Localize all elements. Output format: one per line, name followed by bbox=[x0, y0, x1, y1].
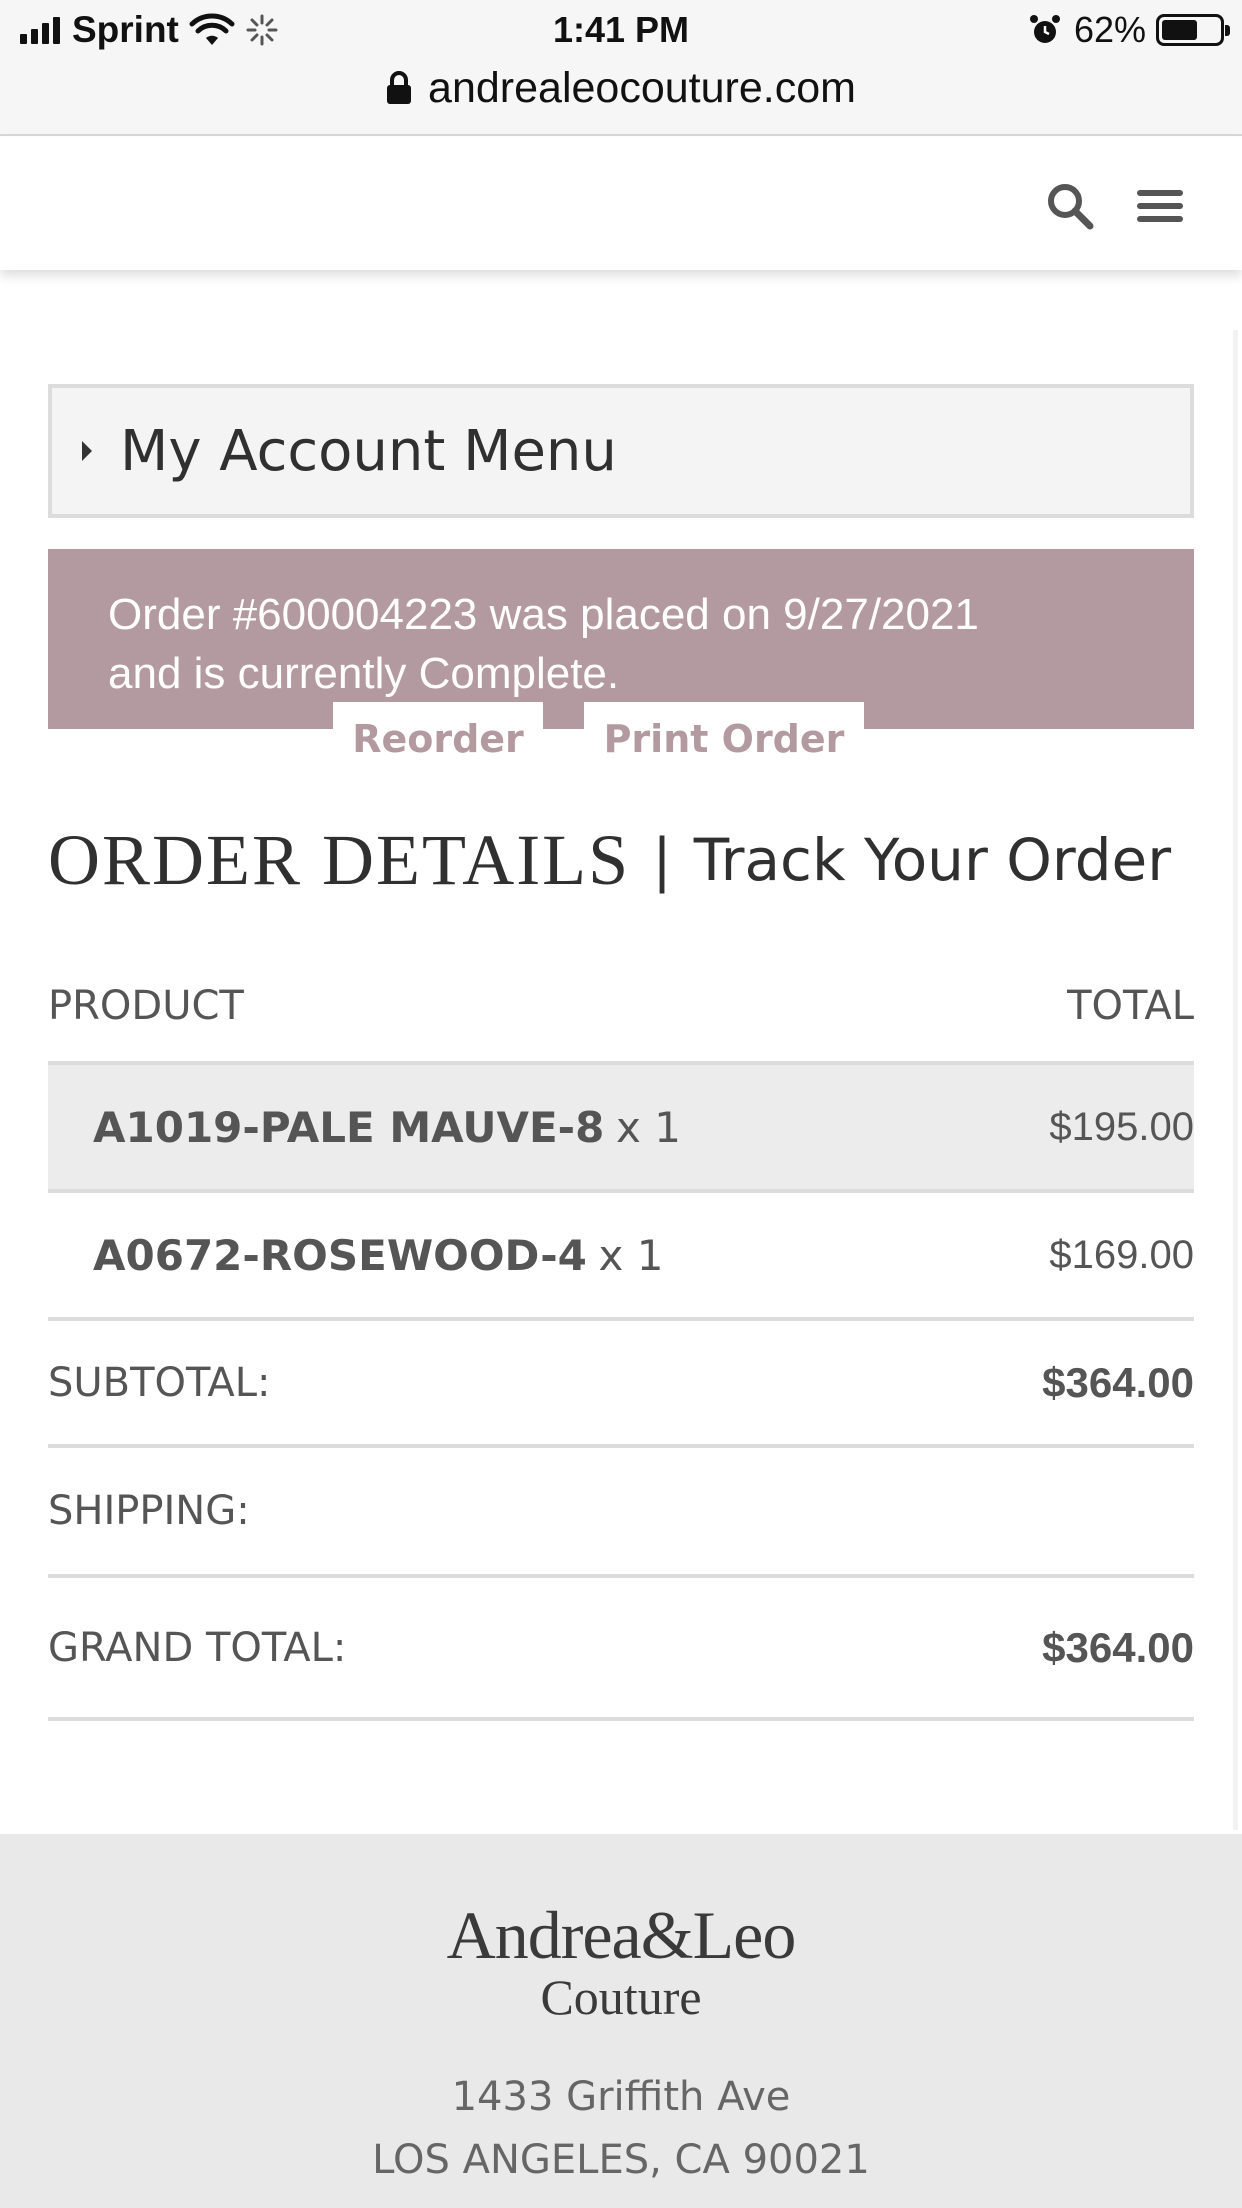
site-header bbox=[0, 138, 1242, 270]
product-cell: A1019-PALE MAUVE-8 x 1 bbox=[48, 1103, 681, 1152]
table-header: PRODUCT TOTAL bbox=[48, 950, 1194, 1065]
track-order-link[interactable]: Track Your Order bbox=[694, 826, 1171, 894]
product-qty: x 1 bbox=[598, 1230, 664, 1280]
grand-total-row: GRAND TOTAL: $364.00 bbox=[48, 1578, 1194, 1721]
product-cell: A0672-ROSEWOOD-4 x 1 bbox=[48, 1231, 663, 1280]
page-title: ORDER DETAILS | Track Your Order bbox=[48, 810, 1208, 910]
address-line-1: 1433 Griffith Ave bbox=[451, 2074, 791, 2120]
title-separator: | bbox=[652, 826, 672, 894]
alarm-icon bbox=[1029, 15, 1060, 43]
product-code: A1019-PALE MAUVE-8 bbox=[93, 1102, 605, 1152]
account-menu-label: My Account Menu bbox=[120, 418, 617, 484]
status-right: 62% bbox=[1028, 8, 1230, 52]
battery-fill bbox=[1162, 20, 1197, 40]
browser-status-bar: Sprint 1:41 PM 62% andrealeocouture.com bbox=[0, 0, 1242, 136]
col-product: PRODUCT bbox=[48, 982, 244, 1029]
address-line-2: LOS ANGELES, CA 90021 bbox=[372, 2137, 870, 2183]
scrollbar[interactable] bbox=[1233, 330, 1238, 1830]
site-footer: Andrea&Leo Couture 1433 Griffith Ave LOS… bbox=[0, 1834, 1242, 2208]
print-order-button[interactable]: Print Order bbox=[584, 702, 864, 776]
table-row: A1019-PALE MAUVE-8 x 1 $195.00 bbox=[48, 1065, 1194, 1193]
search-icon[interactable] bbox=[1040, 176, 1100, 236]
product-qty: x 1 bbox=[615, 1102, 681, 1152]
notice-line-2: and is currently Complete. bbox=[108, 649, 620, 698]
footer-logo-subtitle: Couture bbox=[540, 1969, 702, 2025]
col-total: TOTAL bbox=[1067, 982, 1194, 1029]
reorder-button[interactable]: Reorder bbox=[333, 702, 543, 776]
account-menu-toggle[interactable]: My Account Menu bbox=[48, 384, 1194, 518]
shipping-label: SHIPPING: bbox=[48, 1488, 250, 1534]
subtotal-label: SUBTOTAL: bbox=[48, 1359, 271, 1406]
product-price: $195.00 bbox=[1049, 1104, 1194, 1149]
subtotal-value: $364.00 bbox=[1042, 1358, 1194, 1406]
product-code: A0672-ROSEWOOD-4 bbox=[93, 1230, 587, 1280]
battery-icon bbox=[1156, 14, 1230, 46]
hamburger-menu-icon[interactable] bbox=[1130, 176, 1190, 236]
shipping-row: SHIPPING: bbox=[48, 1448, 1194, 1578]
product-price: $169.00 bbox=[1049, 1232, 1194, 1277]
table-row: A0672-ROSEWOOD-4 x 1 $169.00 bbox=[48, 1193, 1194, 1321]
address-bar[interactable]: andrealeocouture.com bbox=[0, 62, 1242, 114]
grand-total-value: $364.00 bbox=[1042, 1623, 1194, 1671]
caret-right-icon bbox=[82, 441, 92, 461]
order-table: PRODUCT TOTAL A1019-PALE MAUVE-8 x 1 $19… bbox=[48, 950, 1194, 1721]
footer-logo[interactable]: Andrea&Leo bbox=[0, 1896, 1242, 1975]
subtotal-row: SUBTOTAL: $364.00 bbox=[48, 1321, 1194, 1448]
order-details-heading: ORDER DETAILS bbox=[48, 819, 631, 900]
lock-icon bbox=[387, 71, 412, 104]
battery-percent: 62% bbox=[1073, 9, 1146, 50]
notice-line-1: Order #600004223 was placed on 9/27/2021 bbox=[108, 590, 979, 639]
grand-total-label: GRAND TOTAL: bbox=[48, 1624, 347, 1671]
url-text[interactable]: andrealeocouture.com bbox=[428, 64, 856, 113]
